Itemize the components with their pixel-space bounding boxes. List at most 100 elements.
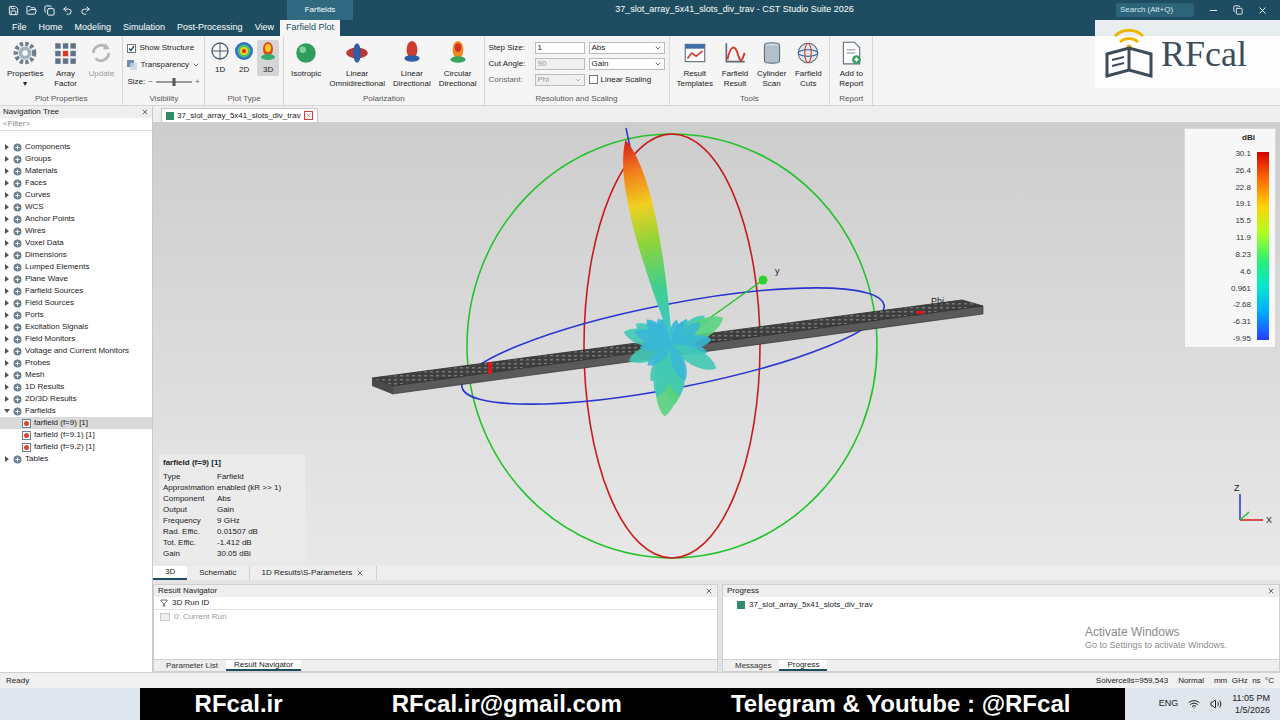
expand-icon[interactable]: [4, 144, 10, 150]
checkbox[interactable]: [127, 44, 136, 53]
3d-view[interactable]: yPhiZXdBi30.126.422.819.115.511.98.234.6…: [153, 122, 1280, 566]
tree-item[interactable]: Voxel Data: [0, 237, 152, 249]
tree-item[interactable]: Excitation Signals: [0, 321, 152, 333]
expand-icon[interactable]: [4, 360, 10, 366]
tree-item[interactable]: Groups: [0, 153, 152, 165]
tree-item[interactable]: 2D/3D Results: [0, 393, 152, 405]
close-icon[interactable]: [1267, 587, 1275, 595]
tree-item[interactable]: Field Sources: [0, 297, 152, 309]
wifi-icon[interactable]: [1188, 698, 1200, 710]
view-tab[interactable]: 3D: [153, 566, 187, 580]
column-header[interactable]: 3D Run ID: [154, 597, 717, 610]
close-tab-icon[interactable]: [305, 112, 312, 119]
expand-icon[interactable]: [4, 168, 10, 174]
menu-tab[interactable]: File: [6, 20, 33, 36]
minimize-icon[interactable]: [1208, 5, 1219, 16]
dropdown[interactable]: Phi: [535, 74, 585, 86]
expand-icon[interactable]: [4, 312, 10, 318]
menu-tab[interactable]: Post-Processing: [171, 20, 249, 36]
expand-icon[interactable]: [4, 156, 10, 162]
tree-item[interactable]: Dimensions: [0, 249, 152, 261]
ribbon-button[interactable]: Properties▾: [4, 40, 46, 89]
tree-item[interactable]: Farfield Sources: [0, 285, 152, 297]
document-tab[interactable]: 37_slot_array_5x41_slots_div_trav: [161, 108, 318, 122]
plot-type-button[interactable]: 3D: [257, 40, 279, 76]
ribbon-button[interactable]: Update: [84, 40, 118, 79]
ribbon-button[interactable]: CircularDirectional: [436, 40, 480, 89]
volume-icon[interactable]: [1210, 698, 1222, 710]
close-icon[interactable]: [705, 587, 713, 595]
menu-tab[interactable]: Simulation: [117, 20, 171, 36]
tree-item[interactable]: Farfields: [0, 405, 152, 417]
ribbon-button[interactable]: Isotropic: [288, 40, 324, 79]
ribbon-button[interactable]: ResultTemplates: [674, 40, 716, 89]
expand-icon[interactable]: [4, 264, 10, 270]
ribbon-button[interactable]: FarfieldCuts: [791, 40, 825, 89]
checkbox[interactable]: [589, 75, 598, 84]
progress-item[interactable]: 37_slot_array_5x41_slots_div_trav: [723, 599, 1279, 611]
expand-icon[interactable]: [4, 288, 10, 294]
tree-item[interactable]: Anchor Points: [0, 213, 152, 225]
menu-tab[interactable]: Modeling: [69, 20, 118, 36]
tree-child-item[interactable]: farfield (f=9) [1]: [0, 417, 152, 429]
expand-icon[interactable]: [4, 348, 10, 354]
tree-item[interactable]: Probes: [0, 357, 152, 369]
ribbon-button[interactable]: ArrayFactor: [48, 40, 82, 89]
tree-item[interactable]: Wires: [0, 225, 152, 237]
tree-item[interactable]: Field Monitors: [0, 333, 152, 345]
filter-icon[interactable]: [160, 599, 168, 607]
expand-icon[interactable]: [4, 204, 10, 210]
tree-child-item[interactable]: farfield (f=9.2) [1]: [0, 441, 152, 453]
ribbon-button[interactable]: FarfieldResult: [718, 40, 752, 89]
ribbon-button[interactable]: LinearDirectional: [390, 40, 434, 89]
value-input[interactable]: 90: [535, 58, 585, 70]
tree-item[interactable]: Components: [0, 141, 152, 153]
expand-icon[interactable]: [4, 252, 10, 258]
restore-icon[interactable]: [1233, 5, 1243, 15]
copy-icon[interactable]: [44, 5, 55, 16]
tree-child-item[interactable]: farfield (f=9.1) [1]: [0, 429, 152, 441]
slider-thumb[interactable]: [172, 78, 175, 86]
undo-icon[interactable]: [62, 5, 73, 16]
panel-tab[interactable]: Parameter List: [158, 660, 226, 671]
value-input[interactable]: 1: [535, 42, 585, 54]
panel-tab[interactable]: Messages: [727, 660, 779, 671]
view-tab[interactable]: Schematic: [187, 566, 249, 580]
tree-item[interactable]: Curves: [0, 189, 152, 201]
expand-icon[interactable]: [4, 228, 10, 234]
run-row[interactable]: 0: Current Run: [154, 610, 717, 623]
tree-item[interactable]: WCS: [0, 201, 152, 213]
expand-icon[interactable]: [4, 324, 10, 330]
expand-icon[interactable]: [4, 180, 10, 186]
plot-type-button[interactable]: 1D: [209, 40, 231, 76]
clock[interactable]: 11:05 PM1/5/2026: [1232, 692, 1270, 716]
close-icon[interactable]: [141, 108, 149, 116]
tree-item[interactable]: Lumped Elements: [0, 261, 152, 273]
expand-icon[interactable]: [4, 216, 10, 222]
tree-item[interactable]: 1D Results: [0, 381, 152, 393]
expand-icon[interactable]: [4, 396, 10, 402]
expand-icon[interactable]: [4, 384, 10, 390]
expand-icon[interactable]: [4, 456, 10, 462]
tree-item[interactable]: Ports: [0, 309, 152, 321]
menu-tab[interactable]: View: [249, 20, 280, 36]
expand-icon[interactable]: [4, 240, 10, 246]
linear-scaling-checkbox[interactable]: Linear Scaling: [589, 74, 652, 86]
expand-icon[interactable]: [4, 300, 10, 306]
tree-item[interactable]: Plane Wave: [0, 273, 152, 285]
ribbon-button[interactable]: LinearOmnidirectional: [326, 40, 388, 89]
dropdown[interactable]: Abs: [589, 42, 665, 54]
tree-item[interactable]: Voltage and Current Monitors: [0, 345, 152, 357]
ribbon-button[interactable]: Add toReport: [834, 40, 868, 89]
transparency-dropdown[interactable]: Transparency: [127, 59, 200, 71]
expand-icon[interactable]: [4, 276, 10, 282]
save-icon[interactable]: [8, 5, 19, 16]
menu-tab[interactable]: Home: [33, 20, 69, 36]
expand-icon[interactable]: [4, 408, 10, 414]
close-icon[interactable]: [1257, 5, 1268, 16]
size-slider[interactable]: Size:−+: [127, 76, 200, 88]
tree-item[interactable]: Mesh: [0, 369, 152, 381]
menu-tab[interactable]: Farfield Plot: [280, 20, 340, 36]
expand-icon[interactable]: [4, 336, 10, 342]
search-box[interactable]: Search (Alt+Q): [1116, 3, 1194, 17]
